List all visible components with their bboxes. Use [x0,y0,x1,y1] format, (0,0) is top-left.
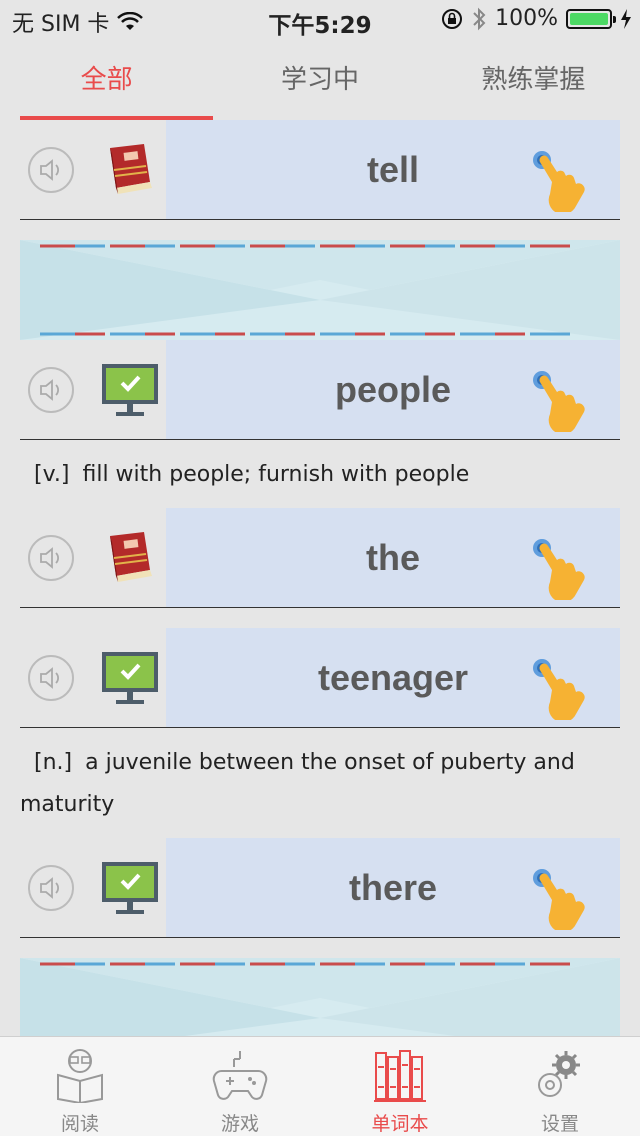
tap-hand-icon[interactable] [530,368,588,432]
gear-icon [538,1051,580,1097]
filter-tabs: 全部 学习中 熟练掌握 [0,40,640,120]
word-definition: [v.] fill with people; furnish with peop… [0,440,640,496]
tabbar-item-reading[interactable]: 阅读 [0,1037,160,1136]
reading-icon [57,1049,103,1103]
word-card[interactable]: the [166,508,620,608]
tap-hand-icon[interactable] [530,656,588,720]
tab-all-label: 全部 [80,65,133,95]
status-bar: 无 SIM 卡 下午5:29 100% [0,0,640,40]
row-divider [20,607,620,608]
word-row: there [0,838,640,938]
speaker-icon[interactable] [28,865,74,911]
row-divider [20,727,620,728]
part-of-speech: [n.] [34,750,73,775]
tab-all[interactable]: 全部 [0,40,214,120]
tab-mastered-label: 熟练掌握 [481,65,586,95]
gamepad-icon [212,1051,268,1100]
battery-icon [566,8,616,29]
word-row: tell [0,120,640,220]
tap-hand-icon[interactable] [530,148,588,212]
part-of-speech: [v.] [34,462,70,487]
airmail-banner [20,240,620,340]
speaker-icon[interactable] [28,367,74,413]
airmail-banner [20,958,620,1036]
tap-hand-icon[interactable] [530,536,588,600]
definition-text: fill with people; furnish with people [82,462,470,487]
speaker-icon[interactable] [28,655,74,701]
rotation-lock-icon [442,8,463,29]
row-divider [20,219,620,220]
tabbar-label: 单词本 [371,1113,429,1135]
word-card[interactable]: teenager [166,628,620,728]
bookshelf-icon [374,1050,426,1102]
monitor-check-icon [102,364,158,416]
tabbar-label: 游戏 [220,1113,259,1135]
definition-text: a juvenile between the onset of puberty … [20,750,575,817]
word-card[interactable]: people [166,340,620,440]
tabbar-item-wordbook[interactable]: 单词本 [320,1037,480,1136]
row-divider [20,439,620,440]
word-row: teenager [0,628,640,728]
monitor-check-icon [102,862,158,914]
tab-mastered[interactable]: 熟练掌握 [427,40,640,120]
book-icon [110,144,152,194]
word-card[interactable]: tell [166,120,620,220]
bluetooth-icon [473,7,486,30]
tabbar-label: 阅读 [60,1113,99,1135]
charging-icon [621,8,631,29]
tabbar-label: 设置 [540,1113,579,1135]
word-row: people [0,340,640,440]
word-row: the [0,508,640,608]
speaker-icon[interactable] [28,535,74,581]
tap-hand-icon[interactable] [530,866,588,930]
battery-percent: 100% [495,6,558,31]
book-icon [110,532,152,582]
word-list[interactable]: tell people [v.] fill with people; furni… [0,120,640,1036]
bottom-tab-bar: 阅读 游戏 单词本 设置 [0,1036,640,1136]
tab-learning-label: 学习中 [280,65,359,95]
word-definition: [n.] a juvenile between the onset of pub… [0,728,640,826]
tabbar-item-settings[interactable]: 设置 [480,1037,640,1136]
monitor-check-icon [102,652,158,704]
tabbar-item-games[interactable]: 游戏 [160,1037,320,1136]
speaker-icon[interactable] [28,147,74,193]
row-divider [20,937,620,938]
status-right: 100% [441,6,632,31]
tab-learning[interactable]: 学习中 [213,40,426,120]
word-card[interactable]: there [166,838,620,938]
